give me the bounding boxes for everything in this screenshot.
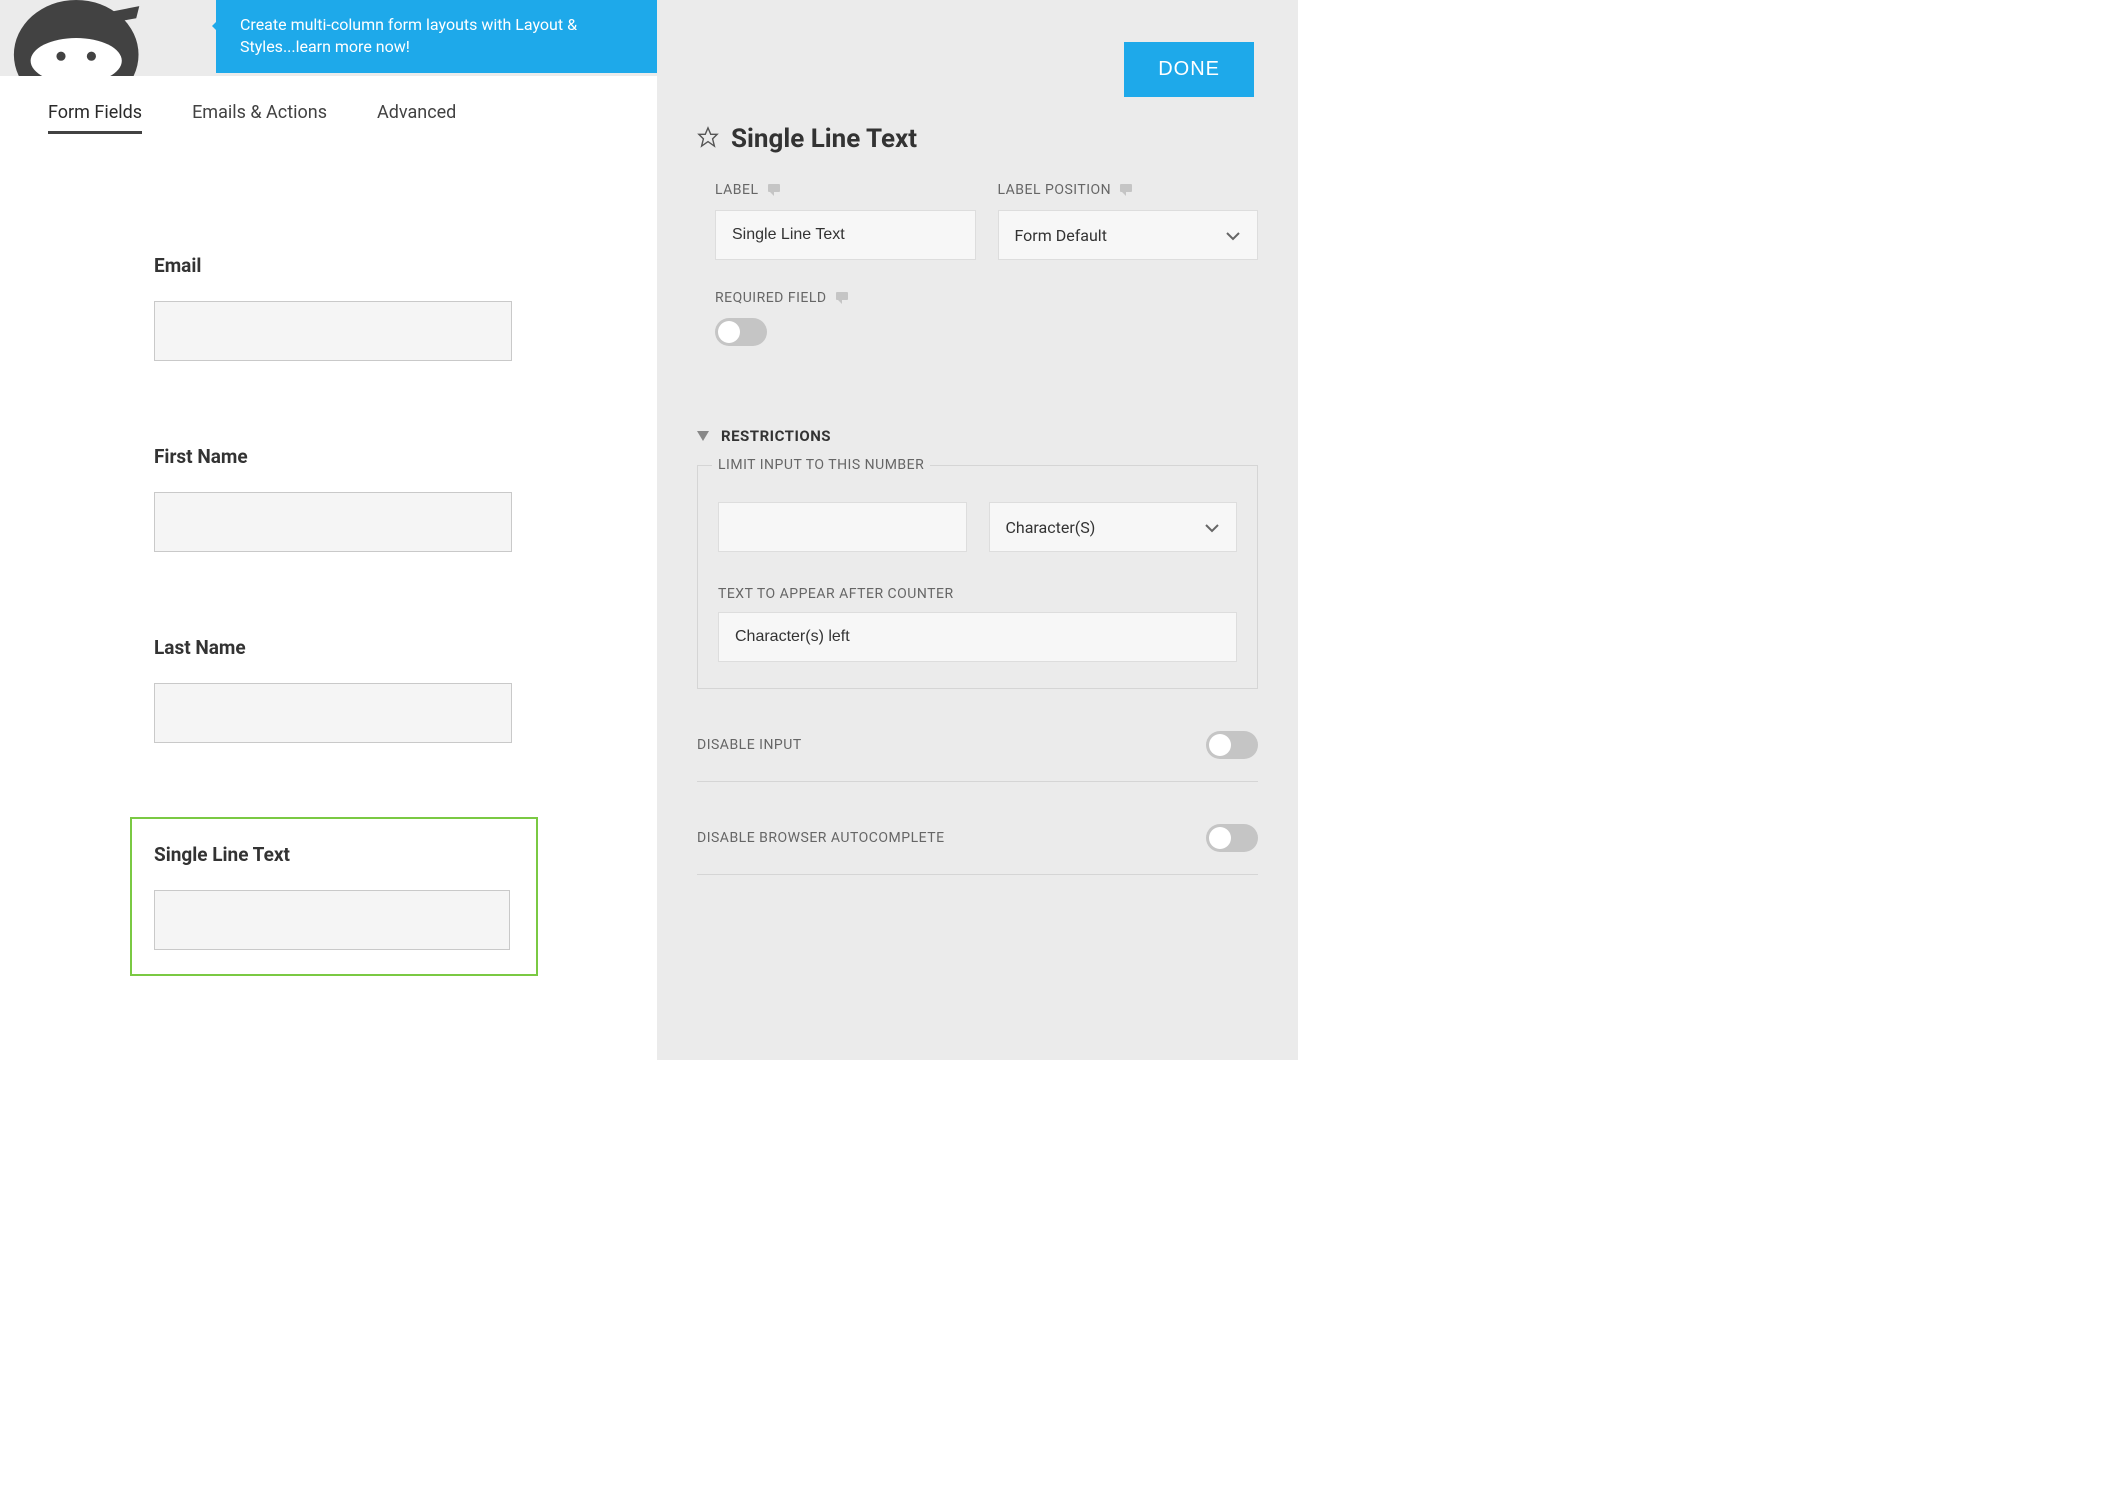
disable-input-label: DISABLE INPUT — [697, 737, 802, 753]
field-label: Email — [154, 254, 557, 277]
tab-emails-actions[interactable]: Emails & Actions — [192, 102, 327, 134]
limit-number-input[interactable] — [718, 502, 967, 552]
panel-title: Single Line Text — [731, 124, 917, 154]
select-value: Character(S) — [1006, 518, 1096, 537]
counter-label: TEXT TO APPEAR AFTER COUNTER — [718, 586, 1237, 602]
tabs-bar: Form Fields Emails & Actions Advanced — [0, 76, 657, 134]
tab-form-fields[interactable]: Form Fields — [48, 102, 142, 134]
left-header: Create multi-column form layouts with La… — [0, 0, 657, 76]
disable-autocomplete-label: DISABLE BROWSER AUTOCOMPLETE — [697, 830, 945, 846]
promo-banner[interactable]: Create multi-column form layouts with La… — [216, 0, 657, 73]
label-input[interactable] — [715, 210, 976, 260]
tab-advanced[interactable]: Advanced — [377, 102, 456, 134]
field-label: Last Name — [154, 636, 557, 659]
position-heading: LABEL POSITION — [998, 182, 1112, 198]
label-heading: LABEL — [715, 182, 759, 198]
field-row-selected[interactable]: Single Line Text — [130, 817, 538, 976]
select-value: Form Default — [1015, 226, 1107, 245]
field-row[interactable]: First Name — [154, 445, 557, 552]
disable-autocomplete-toggle[interactable] — [1206, 824, 1258, 852]
required-heading: REQUIRED FIELD — [715, 290, 827, 306]
disable-input-toggle[interactable] — [1206, 731, 1258, 759]
restrictions-box: LIMIT INPUT TO THIS NUMBER Character(S) … — [697, 465, 1258, 689]
fields-list: Email First Name Last Name Single Line T… — [0, 134, 657, 976]
field-input-preview — [154, 301, 512, 361]
settings-panel: DONE Single Line Text LABEL LABEL POSITI… — [657, 0, 1298, 1060]
done-button[interactable]: DONE — [1124, 42, 1254, 97]
field-row[interactable]: Email — [154, 254, 557, 361]
field-label: First Name — [154, 445, 557, 468]
field-input-preview — [154, 890, 510, 950]
limit-label: LIMIT INPUT TO THIS NUMBER — [712, 457, 930, 473]
restrictions-heading: RESTRICTIONS — [721, 427, 831, 445]
field-input-preview — [154, 492, 512, 552]
chevron-down-icon — [1204, 518, 1220, 537]
tooltip-icon[interactable] — [835, 292, 849, 304]
star-icon[interactable] — [697, 126, 719, 152]
field-label: Single Line Text — [154, 843, 514, 866]
tooltip-icon[interactable] — [1119, 184, 1133, 196]
tooltip-icon[interactable] — [767, 184, 781, 196]
restrictions-section-toggle[interactable]: RESTRICTIONS — [697, 426, 1258, 445]
ninja-logo-icon — [0, 0, 160, 76]
field-row[interactable]: Last Name — [154, 636, 557, 743]
limit-unit-select[interactable]: Character(S) — [989, 502, 1238, 552]
required-toggle[interactable] — [715, 318, 767, 346]
label-position-select[interactable]: Form Default — [998, 210, 1259, 260]
counter-text-input[interactable] — [718, 612, 1237, 662]
field-input-preview — [154, 683, 512, 743]
triangle-down-icon — [697, 426, 709, 445]
chevron-down-icon — [1225, 226, 1241, 245]
